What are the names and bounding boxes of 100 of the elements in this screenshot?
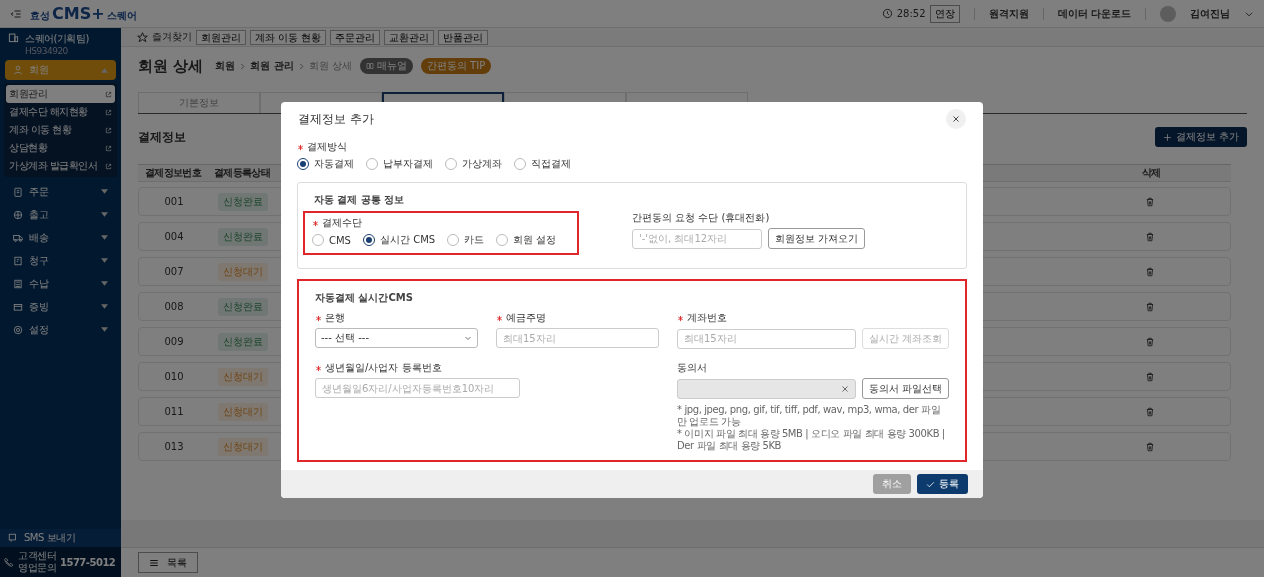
- submenu-item[interactable]: 가상계좌 발급확인서: [6, 157, 115, 175]
- document-icon: [13, 255, 23, 266]
- chevron-right-icon: [297, 62, 305, 70]
- submenu-item[interactable]: 결제수단 해지현황: [6, 103, 115, 121]
- add-payment-button[interactable]: 결제정보 추가: [1154, 127, 1247, 147]
- column-header: 결제등록상태: [212, 166, 272, 180]
- sms-button[interactable]: SMS 보내기: [0, 529, 121, 547]
- field-label: 동의서: [677, 361, 707, 375]
- table-cell: 009: [164, 336, 184, 347]
- list-button[interactable]: 목록: [138, 552, 198, 573]
- bank-select[interactable]: --- 선택 ---: [315, 328, 478, 348]
- support-label: 영업문의: [18, 562, 56, 574]
- menu-item[interactable]: 청구: [5, 249, 116, 272]
- table-cell: 010: [164, 371, 184, 382]
- receipt-icon: [13, 278, 23, 289]
- birth-field[interactable]: 생년월일6자리/사업자등록번호10자리: [315, 378, 520, 398]
- favorite-chip[interactable]: 주문관리: [330, 29, 381, 45]
- radio-button[interactable]: [366, 158, 378, 170]
- radio-label[interactable]: 회원 설정: [513, 233, 557, 247]
- extend-button[interactable]: 연장: [929, 4, 960, 23]
- submenu-item[interactable]: 계좌 이동 현황: [6, 121, 115, 139]
- star-icon: [137, 31, 148, 43]
- status-tag: 신청대기: [218, 262, 268, 281]
- breadcrumb-item[interactable]: 회원 관리: [250, 59, 294, 73]
- submit-button[interactable]: 등록: [917, 474, 968, 494]
- logo-text: 효성: [30, 9, 50, 23]
- status-tag: 신청완료: [218, 332, 268, 351]
- table-cell: 004: [164, 231, 184, 242]
- menu-item[interactable]: 증빙: [5, 295, 116, 318]
- clipboard-icon: [13, 186, 23, 197]
- radio-button[interactable]: [297, 158, 309, 170]
- menu-item[interactable]: 설정: [5, 318, 116, 341]
- menu-item[interactable]: 배송: [5, 226, 116, 249]
- header-link[interactable]: 원격지원: [988, 6, 1029, 21]
- menu-item[interactable]: 수납: [5, 272, 116, 295]
- load-member-button[interactable]: 회원정보 가져오기: [768, 228, 866, 249]
- submenu-item[interactable]: 회원관리: [6, 85, 115, 103]
- radio-label[interactable]: 가상계좌: [462, 157, 502, 171]
- favorite-chip[interactable]: 계좌 이동 현황: [250, 29, 327, 45]
- file-field[interactable]: [677, 378, 856, 399]
- submenu-item[interactable]: 상담현황: [6, 139, 115, 157]
- book-icon: [365, 62, 374, 70]
- radio-button[interactable]: [514, 158, 526, 170]
- account-field[interactable]: 최대15자리: [677, 328, 856, 349]
- user-name[interactable]: 김여진님: [1190, 6, 1230, 21]
- table-cell: 008: [164, 301, 184, 312]
- favorite-chip[interactable]: 교환관리: [384, 29, 435, 45]
- upload-note: * jpg, jpeg, png, gif, tif, tiff, pdf, wav, mp3, wma, der 파일만 업로드 가능: [677, 404, 942, 428]
- org-name: 스퀘어(기획팀): [25, 32, 89, 46]
- header-link[interactable]: 데이터 다운로드: [1057, 6, 1131, 21]
- chevron-down-icon: [464, 334, 472, 342]
- support-phone: 1577-5012: [60, 556, 116, 568]
- field-label: 생년월일/사업자 등록번호: [325, 361, 442, 375]
- holder-field[interactable]: 최대15자리: [496, 328, 659, 348]
- external-link-icon: [105, 144, 112, 152]
- status-tag: 신청대기: [218, 437, 268, 456]
- favorite-chip[interactable]: 반품관리: [438, 29, 489, 45]
- favorites-label: 즐겨찾기: [152, 30, 192, 44]
- favorite-chip[interactable]: 회원관리: [196, 29, 246, 45]
- truck-icon: [13, 232, 23, 243]
- status-tag: 신청완료: [218, 192, 268, 211]
- manual-badge[interactable]: 매뉴얼: [359, 58, 413, 74]
- logo-text: 스퀘어: [106, 9, 137, 23]
- logo-text: CMS+: [52, 4, 105, 23]
- phone-field[interactable]: '-'없이, 최대12자리: [632, 228, 762, 249]
- radio-label[interactable]: 카드: [464, 233, 485, 247]
- trash-icon: [1145, 301, 1155, 312]
- radio-button[interactable]: [447, 234, 460, 246]
- table-cell: 001: [164, 196, 184, 207]
- radio-label[interactable]: 납부자결제: [383, 157, 433, 171]
- upload-note: * 이미지 파일 최대 용량 5MB | 오디오 파일 최대 용량 300KB | Der 파일 최대 용량 5KB: [677, 428, 946, 452]
- radio-label[interactable]: 자동결제: [314, 157, 354, 171]
- check-icon: [926, 479, 935, 489]
- trash-icon: [1145, 336, 1155, 347]
- trash-icon: [1145, 371, 1155, 382]
- radio-label[interactable]: 직접결제: [531, 157, 571, 171]
- radio-button[interactable]: [312, 234, 324, 246]
- status-tag: 신청완료: [218, 227, 268, 246]
- building-icon: [8, 32, 19, 43]
- settings-icon: [13, 324, 23, 335]
- close-button[interactable]: [946, 109, 966, 129]
- menu-item[interactable]: 출고: [5, 203, 116, 226]
- collapse-menu-icon: [10, 7, 22, 20]
- column-header: 삭제: [1140, 166, 1162, 180]
- menu-item[interactable]: 주문: [5, 180, 116, 203]
- table-cell: 007: [164, 266, 184, 277]
- breadcrumb-item[interactable]: 회원: [215, 59, 236, 73]
- radio-label[interactable]: CMS: [329, 234, 351, 246]
- radio-button[interactable]: [445, 158, 457, 170]
- tray-icon: [13, 301, 23, 312]
- phone-icon: [4, 557, 14, 567]
- radio-label[interactable]: 실시간 CMS: [379, 233, 436, 247]
- table-cell: 011: [164, 406, 184, 417]
- file-select-button[interactable]: 동의서 파일선택: [861, 378, 949, 399]
- field-label: 은행: [325, 311, 345, 325]
- radio-button[interactable]: [496, 234, 509, 246]
- clock-icon: [881, 8, 893, 19]
- field-label: 결제방식: [307, 140, 347, 154]
- status-tag: 신청완료: [218, 297, 268, 316]
- radio-button[interactable]: [362, 234, 375, 246]
